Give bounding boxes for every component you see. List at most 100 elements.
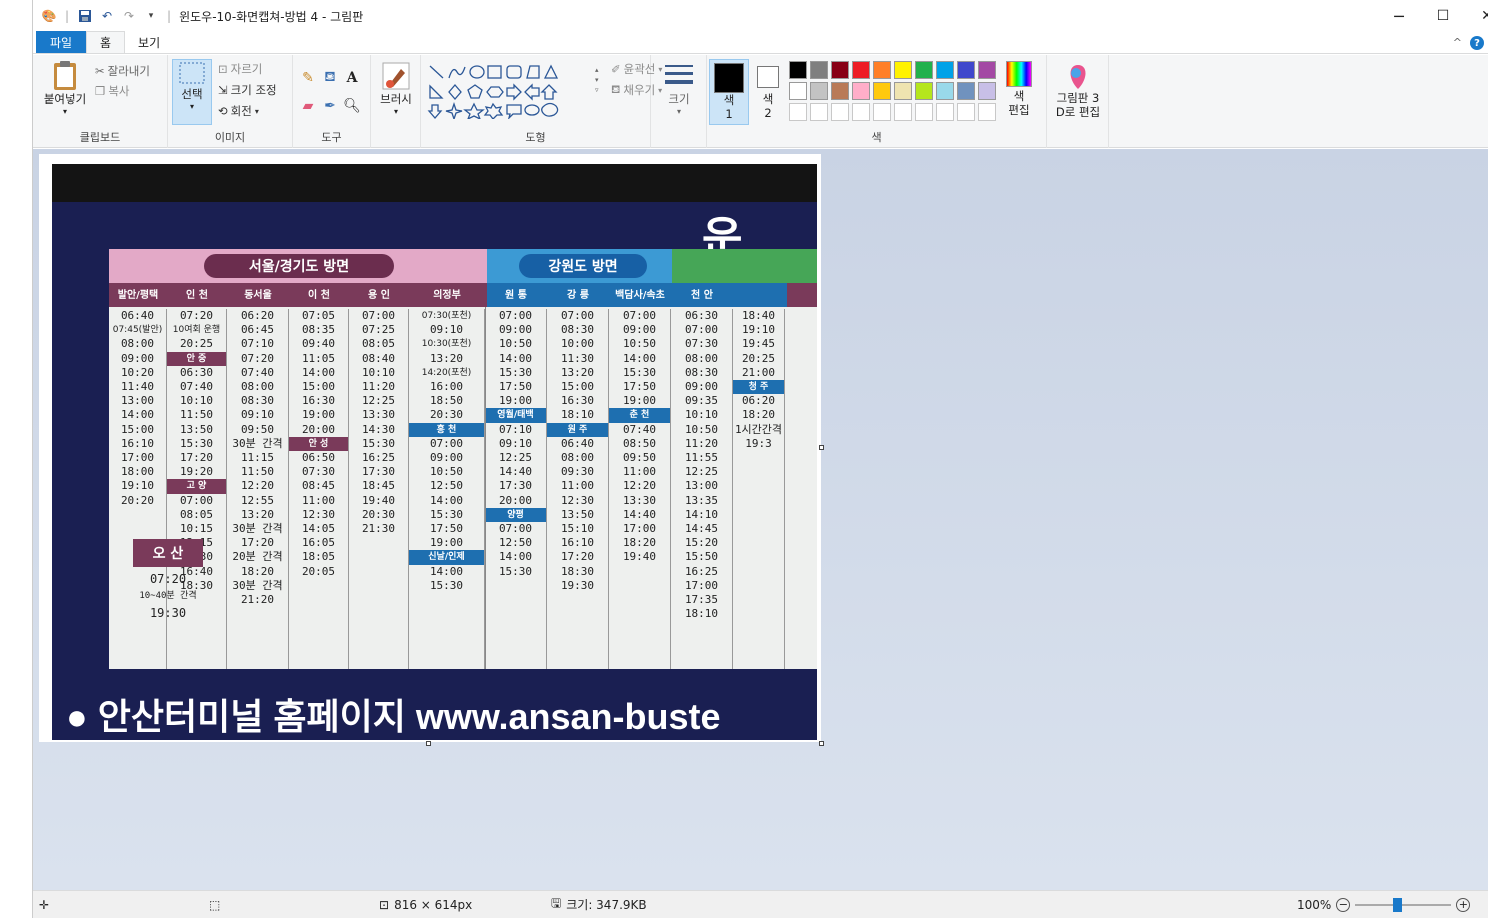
palette-swatch-empty[interactable] bbox=[957, 103, 975, 121]
dropdown-icon[interactable]: ▾ bbox=[143, 8, 159, 24]
board-time-cell: 21:30 bbox=[361, 522, 396, 536]
board-time-cell: 14:05 bbox=[301, 522, 336, 536]
palette-swatch-empty[interactable] bbox=[831, 103, 849, 121]
board-time-cell: 06:50 bbox=[301, 451, 336, 465]
palette-swatch-empty[interactable] bbox=[789, 103, 807, 121]
paste-button[interactable]: 붙여넣기 ▾ bbox=[41, 59, 89, 116]
paint3d-group: 그림판 3 D로 편집 bbox=[1047, 55, 1109, 148]
board-time-cell: 07:05 bbox=[301, 309, 336, 322]
undo-icon[interactable]: ↶ bbox=[99, 8, 115, 24]
tab-view[interactable]: 보기 bbox=[125, 31, 173, 53]
color-picker-icon[interactable]: ✒ bbox=[321, 97, 339, 115]
board-time-cell: 09:40 bbox=[301, 337, 336, 351]
color2-button[interactable]: 색 2 bbox=[753, 59, 783, 120]
board-time-cell: 18:40 bbox=[741, 309, 776, 322]
palette-swatch-empty[interactable] bbox=[978, 103, 996, 121]
palette-swatch[interactable] bbox=[873, 82, 891, 100]
palette-swatch-empty[interactable] bbox=[894, 103, 912, 121]
board-time-cell: 21:20 bbox=[240, 593, 275, 607]
board-time-cell: 19:40 bbox=[361, 493, 396, 507]
redo-icon[interactable]: ↷ bbox=[121, 8, 137, 24]
minimize-button[interactable]: ─ bbox=[1377, 0, 1421, 32]
shapes-scroll[interactable]: ▴ ▾ ▿ bbox=[595, 65, 599, 95]
copy-icon: ❐ bbox=[95, 84, 106, 98]
board-time-cell: 13:00 bbox=[684, 479, 719, 493]
palette-swatch[interactable] bbox=[810, 61, 828, 79]
zoom-in-icon[interactable]: + bbox=[1456, 897, 1471, 912]
palette-swatch-empty[interactable] bbox=[915, 103, 933, 121]
board-column-times: 07:30(포천) 09:10 10:30(포천) 13:20 14:20(포천) 16:… bbox=[409, 309, 485, 669]
resize-handle-corner[interactable] bbox=[819, 741, 824, 746]
copy-button[interactable]: ❐ 복사 bbox=[95, 83, 129, 99]
status-bar: ✛ ⬚ ⊡ 816 × 614px 🖫︎ 크기: 347.9KB 100% − + bbox=[33, 890, 1488, 918]
color1-button[interactable]: 색 1 bbox=[709, 59, 749, 125]
tab-file[interactable]: 파일 bbox=[36, 31, 86, 53]
board-time-cell: 13:50 bbox=[560, 507, 595, 521]
palette-swatch[interactable] bbox=[957, 61, 975, 79]
palette-swatch[interactable] bbox=[936, 82, 954, 100]
palette-swatch[interactable] bbox=[894, 82, 912, 100]
crop-button[interactable]: ⊡ 자르기 bbox=[218, 61, 262, 77]
palette-swatch-empty[interactable] bbox=[936, 103, 954, 121]
brushes-button[interactable]: 브러시 ▾ bbox=[375, 61, 417, 116]
palette-swatch[interactable] bbox=[915, 61, 933, 79]
board-column-header: 천 안 bbox=[691, 290, 713, 301]
board-time-cell: 09:50 bbox=[622, 451, 657, 465]
canvas[interactable]: 운 서울/경기도 방면 강원도 방면 발안/평택 06:40 07:45(발안) 08… bbox=[39, 154, 821, 742]
board-time-cell: 18:20 bbox=[240, 564, 275, 578]
eraser-icon[interactable]: ▰ bbox=[299, 97, 317, 115]
board-time-cell: 07:10 bbox=[240, 337, 275, 351]
board-time-cell: 21:00 bbox=[741, 365, 776, 379]
resize-button[interactable]: ⇲ 크기 조정 bbox=[218, 82, 277, 98]
help-icon[interactable]: ? bbox=[1470, 36, 1484, 50]
board-time-cell: 18:30 bbox=[560, 564, 595, 578]
resize-handle-bottom[interactable] bbox=[426, 741, 431, 746]
pencil-icon[interactable]: ✎ bbox=[299, 69, 317, 87]
palette-swatch[interactable] bbox=[978, 61, 996, 79]
board-time-cell: 17:30 bbox=[498, 479, 533, 493]
board-time-cell: 07:20 bbox=[240, 351, 275, 365]
palette-swatch[interactable] bbox=[873, 61, 891, 79]
canvas-area[interactable]: 운 서울/경기도 방면 강원도 방면 발안/평택 06:40 07:45(발안) 08… bbox=[33, 149, 1488, 890]
palette-swatch[interactable] bbox=[894, 61, 912, 79]
close-button[interactable]: ✕ bbox=[1465, 0, 1488, 32]
board-time-cell: 09:10 bbox=[498, 436, 533, 450]
paint-app-icon[interactable]: 🎨 bbox=[41, 8, 57, 24]
board-time-cell: 14:40 bbox=[498, 465, 533, 479]
zoom-out-icon[interactable]: − bbox=[1336, 897, 1351, 912]
collapse-ribbon-icon[interactable]: ^ bbox=[1453, 36, 1462, 49]
palette-swatch[interactable] bbox=[789, 61, 807, 79]
palette-swatch[interactable] bbox=[915, 82, 933, 100]
palette-swatch[interactable] bbox=[831, 61, 849, 79]
palette-swatch-empty[interactable] bbox=[873, 103, 891, 121]
cut-button[interactable]: ✂ 잘라내기 bbox=[95, 63, 150, 79]
resize-icon: ⇲ bbox=[218, 83, 228, 97]
palette-swatch[interactable] bbox=[810, 82, 828, 100]
text-icon[interactable]: A bbox=[343, 69, 361, 87]
fill-icon[interactable]: ⛾ bbox=[321, 69, 339, 87]
board-time-cell: 15:30 bbox=[498, 564, 533, 578]
rotate-button[interactable]: ⟲ 회전 ▾ bbox=[218, 103, 259, 119]
select-button[interactable]: 선택 ▾ bbox=[172, 59, 212, 125]
palette-swatch[interactable] bbox=[957, 82, 975, 100]
magnifier-icon[interactable]: 🔍︎ bbox=[343, 97, 361, 115]
save-icon[interactable] bbox=[77, 8, 93, 24]
palette-swatch[interactable] bbox=[831, 82, 849, 100]
resize-handle-right[interactable] bbox=[819, 445, 824, 450]
palette-swatch-empty[interactable] bbox=[810, 103, 828, 121]
zoom-slider[interactable] bbox=[1355, 897, 1452, 912]
palette-swatch[interactable] bbox=[852, 82, 870, 100]
palette-swatch[interactable] bbox=[978, 82, 996, 100]
board-time-cell: 11:50 bbox=[179, 408, 214, 422]
size-button[interactable]: 크기 ▾ bbox=[657, 61, 701, 116]
palette-swatch[interactable] bbox=[936, 61, 954, 79]
palette-swatch-empty[interactable] bbox=[852, 103, 870, 121]
edit-colors-button[interactable]: 색 편집 bbox=[1001, 61, 1037, 117]
palette-swatch[interactable] bbox=[789, 82, 807, 100]
zoom-thumb[interactable] bbox=[1393, 897, 1403, 912]
palette-swatch[interactable] bbox=[852, 61, 870, 79]
maximize-button[interactable]: ☐ bbox=[1421, 0, 1465, 32]
paint3d-button[interactable]: 그림판 3 D로 편집 bbox=[1051, 61, 1105, 119]
shapes-gallery[interactable] bbox=[427, 63, 577, 119]
tab-home[interactable]: 홈 bbox=[86, 31, 126, 53]
